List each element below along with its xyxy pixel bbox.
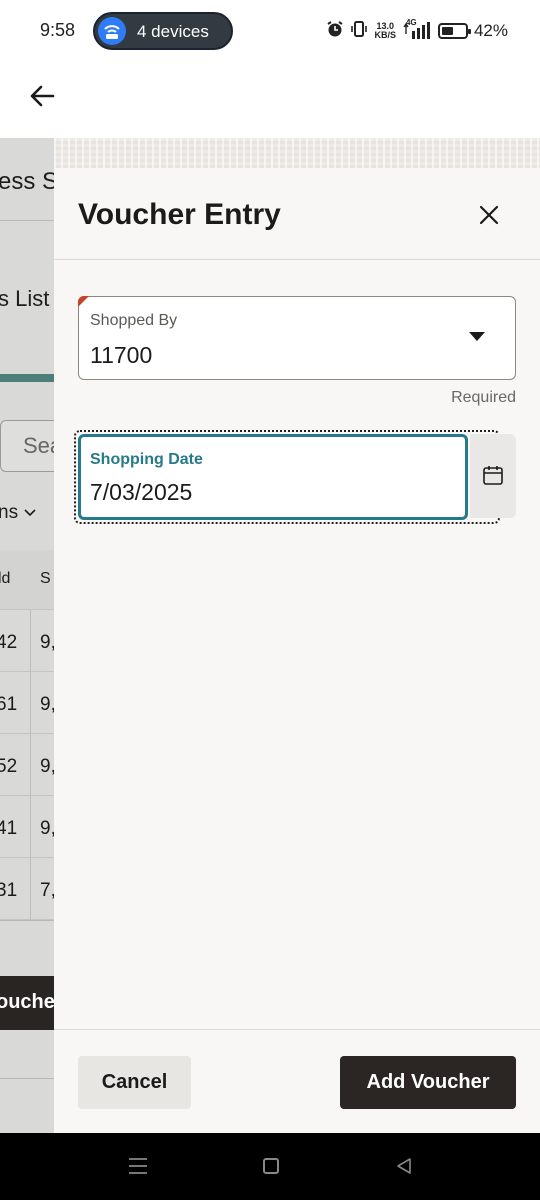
calendar-icon	[483, 466, 503, 485]
close-button[interactable]	[474, 200, 504, 230]
bg-accent-strip	[0, 374, 54, 382]
bg-cell: 9,	[40, 756, 54, 777]
dialog-divider	[54, 259, 540, 260]
shopped-by-label: Shopped By	[90, 312, 178, 329]
bg-cell: 9,	[40, 818, 54, 839]
table-row: 42 9,	[0, 610, 54, 672]
navigation-bar	[0, 1133, 540, 1200]
shopping-date-value[interactable]: 7/03/2025	[90, 479, 192, 506]
bg-header-col1: ld	[0, 570, 11, 587]
bg-search-input: Sea	[0, 420, 54, 472]
shopping-date-input[interactable]: Shopping Date 7/03/2025	[78, 434, 468, 520]
background-page: ess S s List Sea ns ld S 42 9, 61 9, 52 …	[0, 138, 54, 1133]
close-icon	[479, 205, 499, 225]
bg-cell: 61	[0, 694, 18, 715]
caret-down-icon[interactable]	[469, 332, 485, 341]
bg-voucher-button: ouche	[0, 976, 54, 1030]
cancel-button[interactable]: Cancel	[78, 1056, 191, 1109]
divider	[0, 920, 54, 921]
bg-table-header: ld S	[0, 550, 54, 610]
dialog-title: Voucher Entry	[78, 198, 281, 231]
menu-icon	[129, 1158, 147, 1174]
status-icons: 13.0 KB/S 4G 42%	[326, 18, 508, 44]
hotspot-label: 4 devices	[137, 22, 209, 41]
home-button[interactable]	[263, 1158, 279, 1174]
wifi-hotspot-icon	[98, 17, 126, 45]
bg-header-col2: S	[40, 570, 51, 587]
bg-cell: 42	[0, 632, 18, 653]
net-speed: 13.0 KB/S	[374, 22, 396, 40]
divider	[0, 220, 54, 221]
table-row: 52 9,	[0, 734, 54, 796]
bg-cell: 9,	[40, 694, 54, 715]
calendar-button[interactable]	[470, 434, 516, 518]
shopping-date-label: Shopping Date	[90, 451, 203, 468]
bg-cell: 41	[0, 818, 18, 839]
bg-voucher-button-label: ouche	[0, 991, 54, 1013]
divider	[0, 1078, 54, 1079]
voucher-entry-dialog: Voucher Entry Shopped By 11700 Required …	[54, 138, 540, 1133]
shopped-by-value: 11700	[90, 342, 153, 368]
table-row: 41 9,	[0, 796, 54, 858]
battery-icon	[437, 23, 471, 39]
bg-columns-menu: ns	[0, 502, 37, 524]
status-time: 9:58	[40, 20, 76, 40]
back-button[interactable]	[26, 80, 58, 112]
bg-page-title: ess S	[0, 168, 54, 195]
net-speed-unit: KB/S	[374, 30, 396, 40]
bg-columns-label: ns	[0, 502, 19, 523]
shopped-by-helper: Required	[451, 389, 516, 406]
signal-icon: 4G	[402, 18, 432, 41]
vibrate-icon	[350, 20, 368, 43]
status-bar: 9:58 4 devices 13.0 KB/S 4G 42%	[0, 0, 540, 62]
bg-list-title: s List	[0, 286, 50, 311]
arrow-left-icon	[30, 85, 55, 107]
hotspot-indicator[interactable]: 4 devices	[93, 12, 233, 50]
footer-divider	[54, 1029, 540, 1030]
bg-cell: 31	[0, 880, 18, 901]
bg-search-placeholder: Sea	[23, 433, 54, 458]
recent-apps-button[interactable]	[128, 1157, 148, 1175]
add-voucher-button[interactable]: Add Voucher	[340, 1056, 516, 1109]
bg-cell: 52	[0, 756, 18, 777]
chevron-down-icon	[24, 509, 36, 517]
bg-cell: 9,	[40, 632, 54, 653]
table-row: 61 9,	[0, 672, 54, 734]
battery-percent: 42%	[473, 21, 508, 40]
table-row: 31 7,	[0, 858, 54, 920]
system-back-button[interactable]	[395, 1157, 413, 1175]
bg-cell: 7,	[40, 880, 54, 901]
dialog-header-pattern	[54, 138, 540, 168]
shopped-by-select[interactable]: Shopped By 11700	[78, 296, 516, 380]
bg-table: ld S 42 9, 61 9, 52 9, 41 9, 31 7,	[0, 550, 54, 920]
triangle-back-icon	[397, 1158, 411, 1174]
required-marker	[78, 296, 89, 307]
alarm-icon	[326, 20, 344, 43]
